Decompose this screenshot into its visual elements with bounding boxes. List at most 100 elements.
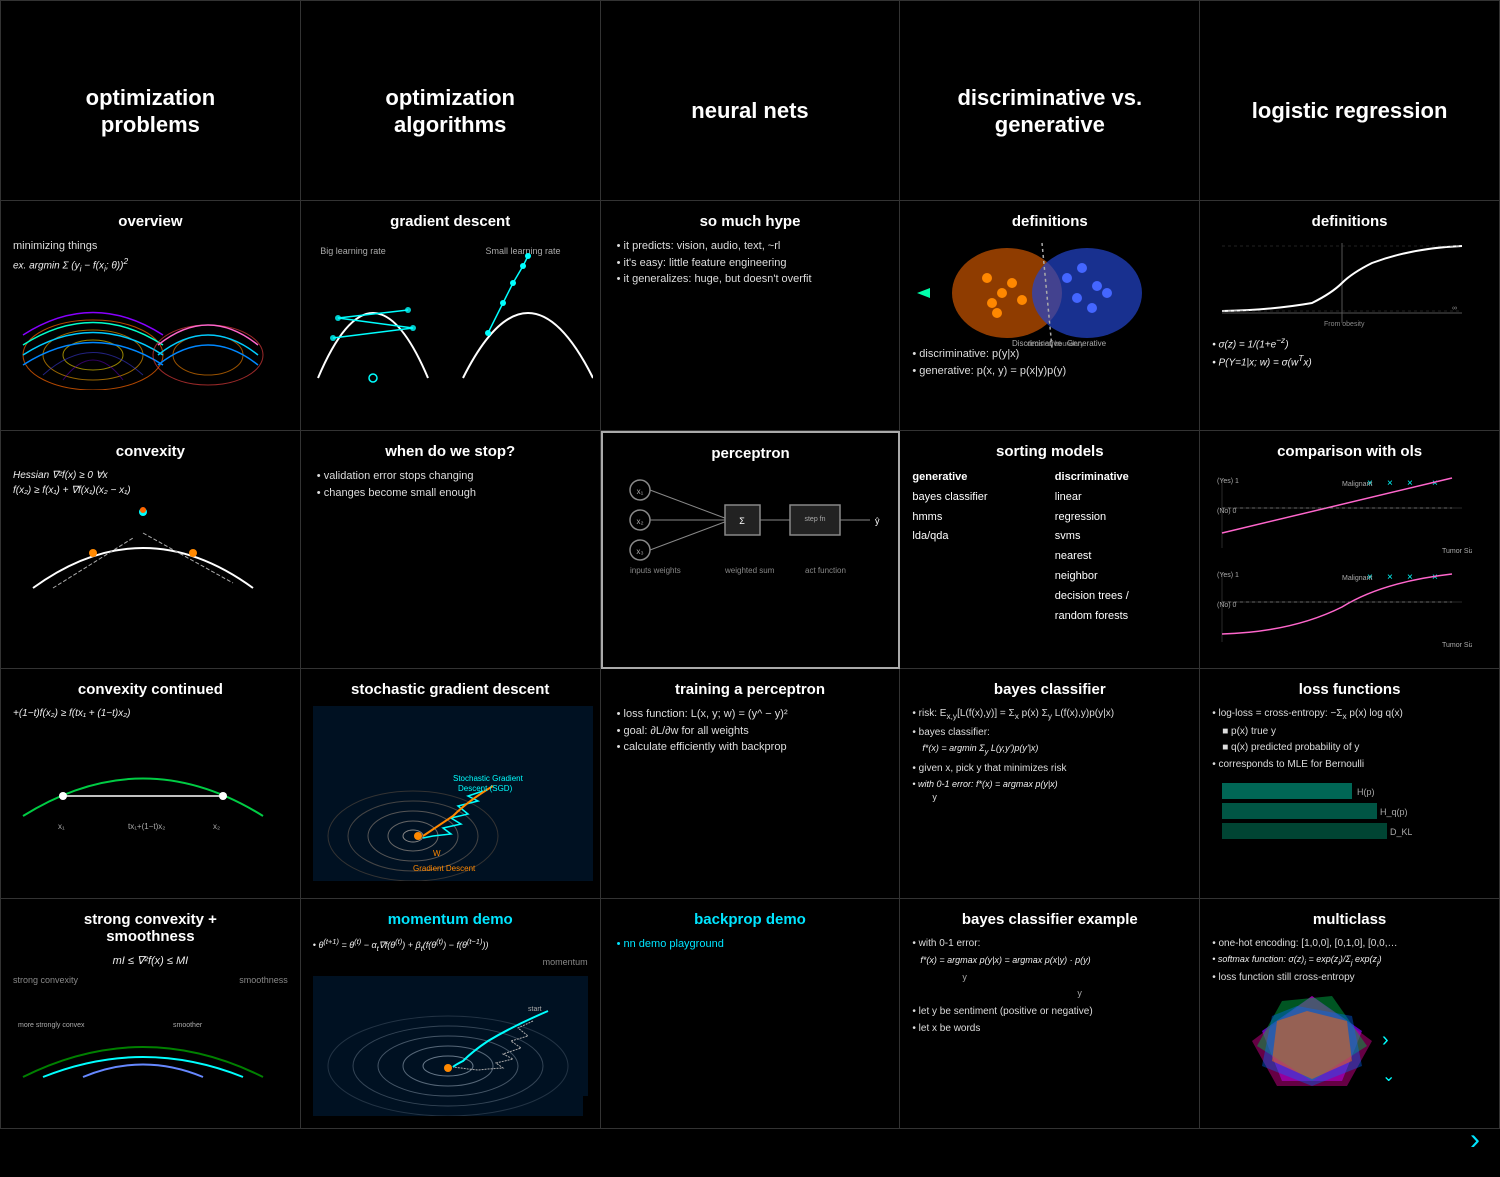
d-item2: regression [1055,508,1187,528]
sigmoid-viz: ∞ From obesity [1212,238,1487,328]
bayes-content: • risk: Ex,y[L(f(x),y)] = Σx p(x) Σy L(f… [912,706,1187,805]
loss-bullet4: • corresponds to MLE for Bernoulli [1212,757,1487,772]
train-perc-bullets: loss function: L(x, y; w) = (y^ − y)² go… [613,706,888,756]
cell-momentum-demo: momentum demo • θ(t+1) = θ(t) − αt∇f(θ(t… [301,899,601,1129]
bayes-ex-bullet2: • let y be sentiment (positive or negati… [912,1004,1187,1019]
ts2-label: Tumor Size [1442,642,1472,649]
logistic-reg-title: logistic regression [1252,68,1448,124]
cell-overview: overview minimizing things ex. argmin Σ … [1,201,301,431]
d-item6: decision trees / [1055,587,1187,607]
bayes-label: • bayes classifier: [912,725,1187,740]
sc-strong-label: strong convexity [13,974,78,988]
loss-diagram: H(p) H_q(p) D_KL(p) [1212,778,1487,848]
next-nav-arrow[interactable]: › [1470,1123,1480,1157]
x2-label: x₂ [213,822,220,831]
arrow-down[interactable]: ⌄ [1382,1068,1395,1085]
multiclass-viz: › ⌄ [1212,991,1487,1071]
perceptron-viz: x₁ x₂ x₃ Σ step fn ŷ inputs weight [615,470,887,570]
bayes-ex-bullet1: • with 0-1 error: [912,936,1187,951]
bayes-risk: • risk: Ex,y[L(f(x),y)] = Σx p(x) Σy L(f… [912,706,1187,722]
disc-gen-diagram: Discriminative Generative decision bound… [912,238,1187,338]
convexity-cont-title: convexity continued [13,681,288,698]
cell-sgd: stochastic gradient descent Stochastic G… [301,669,601,899]
db-label: decision boundary [1027,341,1084,348]
no2-label: (No) 0 [1217,602,1237,609]
d-item4: nearest [1055,547,1187,567]
x2: × [1387,478,1393,489]
cell-strong-convexity: strong convexity +smoothness mI ≤ ∇²f(x)… [1,899,301,1129]
sgd-title: stochastic gradient descent [313,681,588,698]
dkl-label: D_KL(p) [1390,827,1412,837]
bayes-ex-y1: y [912,971,1187,985]
when-stop-content: validation error stops changing changes … [313,468,588,501]
bayes-ex-y2: y [912,987,1187,1001]
overview-title: overview [13,213,288,230]
cell-definitions-lr: definitions ∞ From obesity • σ(z) = 1/(1… [1200,201,1500,431]
cell-definitions-disc: definitions [900,201,1200,431]
def-lr-content: • σ(z) = 1/(1+e−z) • P(Y=1|x; w) = σ(wTx… [1212,334,1487,371]
def-disc-bullet2: • generative: p(x, y) = p(x|y)p(y) [912,363,1187,380]
disc-gen-svg: Discriminative Generative decision bound… [912,238,1182,348]
convexity-content: Hessian ∇²f(x) ≥ 0 ∀x f(x₂) ≥ f(x₁) + ∇f… [13,468,288,498]
bayes-y: y [912,791,1187,805]
bayes-title: bayes classifier [912,681,1187,698]
mc-bullet2: • softmax function: σ(z)i = exp(zi)/Σj e… [1212,953,1487,968]
generative-col: generative bayes classifier hmms lda/qda [912,468,1044,626]
weighted-lbl: weighted sum [724,566,775,575]
multiclass-title: multiclass [1212,911,1487,928]
sc-content: mI ≤ ∇²f(x) ≤ MI strong convexity smooth… [13,953,288,987]
perceptron-title: perceptron [615,445,887,462]
loss-title: loss functions [1212,681,1487,698]
hype-bullet3: it generalizes: huge, but doesn't overfi… [617,271,888,288]
bayes-ex-content: • with 0-1 error: f*(x) = argmax p(y|x) … [912,936,1187,1036]
momentum-viz: start [313,976,588,1096]
discriminative-col: discriminative linear regression svms ne… [1055,468,1187,626]
train-perc-title: training a perceptron [613,681,888,698]
bayes-ex-bullet3: • let x be words [912,1021,1187,1036]
cell-loss-functions: loss functions • log-loss = cross-entrop… [1200,669,1500,899]
arrow-right[interactable]: › [1382,1029,1389,1051]
overview-bullet1: minimizing things [13,238,288,255]
def-lr-title: definitions [1212,213,1487,230]
mc-bullet1: • one-hot encoding: [1,0,0], [0,1,0], [0… [1212,936,1487,951]
sigmoid-x-label: ∞ [1452,305,1457,312]
surface-plot-svg [13,280,273,390]
x1-label: x₁ [58,822,65,831]
input-label1: x₁ [637,487,644,496]
d-item1: linear [1055,488,1187,508]
d-item3: svms [1055,527,1187,547]
sgd-path-label2: Descent (SGD) [458,784,513,793]
momentum-svg: start [313,976,583,1116]
sum-label: Σ [740,516,746,526]
disc-vs-gen-title: discriminative vs. generative [957,55,1142,138]
opt-problems-title: optimization problems [86,55,216,138]
sc-svg: x₁ tx₁+(1−t)x₂ x₂ more strongly convex s… [13,987,273,1087]
when-stop-bullet1: validation error stops changing [317,468,588,485]
convexity-cont-formula: +(1−t)f(x₂) ≥ f(tx₁ + (1−t)x₂) [13,706,288,721]
sc-smoother-label: smoother [173,1022,203,1029]
convexity-title: convexity [13,443,288,460]
cell-opt-problems-header: optimization problems [1,1,301,201]
bayes-ex-formula1: f*(x) = argmax p(y|x) = argmax p(x|y) · … [912,954,1187,968]
cell-when-stop: when do we stop? validation error stops … [301,431,601,669]
cell-neural-nets-header: neural nets [601,1,901,201]
train-bullet1: loss function: L(x, y; w) = (y^ − y)² [617,706,888,723]
def-disc-content: • discriminative: p(y|x) • generative: p… [912,346,1187,379]
sc-more-label: more strongly convex [18,1022,85,1029]
backprop-title: backprop demo [613,911,888,928]
cell-backprop-demo: backprop demo nn demo playground [601,899,901,1129]
convexity-svg [13,498,273,598]
backprop-link[interactable]: nn demo playground [617,936,888,953]
ts1-label: Tumor Size [1442,548,1472,555]
cell-bayes-example: bayes classifier example • with 0-1 erro… [900,899,1200,1129]
convexity-formula2: f(x₂) ≥ f(x₁) + ∇f(x₁)(x₂ − x₁) [13,483,288,498]
cell-convexity-continued: convexity continued +(1−t)f(x₂) ≥ f(tx₁ … [1,669,301,899]
multiclass-svg: › ⌄ [1212,991,1412,1091]
loss-content: • log-loss = cross-entropy: −Σx p(x) log… [1212,706,1487,772]
mom-start-label: start [528,1006,542,1013]
sgd-svg: Stochastic Gradient Descent (SGD) W Grad… [313,706,593,881]
gd-viz: Big learning rate Small learning rate [313,238,588,403]
cell-training-perceptron: training a perceptron loss function: L(x… [601,669,901,899]
sc-title: strong convexity +smoothness [13,911,288,945]
gd-path-label: W [433,849,441,858]
